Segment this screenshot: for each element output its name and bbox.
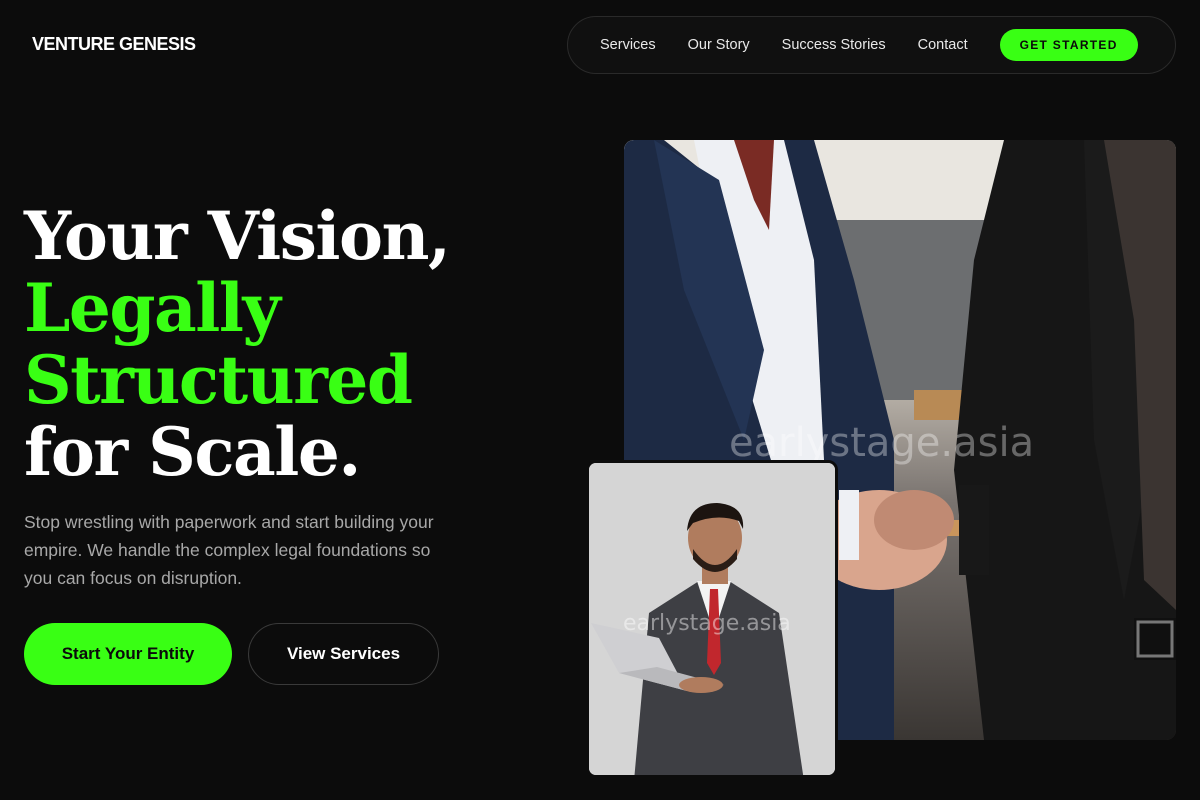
nav-item-services[interactable]: Services bbox=[600, 37, 656, 53]
hero-headline: Your Vision, Legally Structured for Scal… bbox=[24, 200, 584, 488]
get-started-button[interactable]: GET STARTED bbox=[999, 29, 1138, 61]
nav-item-our-story[interactable]: Our Story bbox=[688, 37, 750, 53]
businessman-photo: earlystage.asia bbox=[586, 460, 838, 778]
headline-line-2: Legally bbox=[24, 269, 281, 347]
headline-line-4: for Scale. bbox=[24, 413, 361, 491]
main-nav: Services Our Story Success Stories Conta… bbox=[567, 16, 1176, 74]
hero-subtext: Stop wrestling with paperwork and start … bbox=[24, 512, 434, 588]
headline-line-1: Your Vision, bbox=[24, 197, 451, 275]
nav-item-contact[interactable]: Contact bbox=[918, 37, 968, 53]
start-entity-button[interactable]: Start Your Entity bbox=[24, 623, 232, 685]
brand-logo[interactable]: VENTURE GENESIS bbox=[32, 34, 196, 55]
headline-line-3: Structured bbox=[24, 341, 413, 419]
watermark-small: earlystage.asia bbox=[623, 611, 791, 636]
nav-item-success-stories[interactable]: Success Stories bbox=[782, 37, 886, 53]
landing-page: VENTURE GENESIS Services Our Story Succe… bbox=[0, 0, 1200, 800]
view-services-button[interactable]: View Services bbox=[248, 623, 439, 685]
